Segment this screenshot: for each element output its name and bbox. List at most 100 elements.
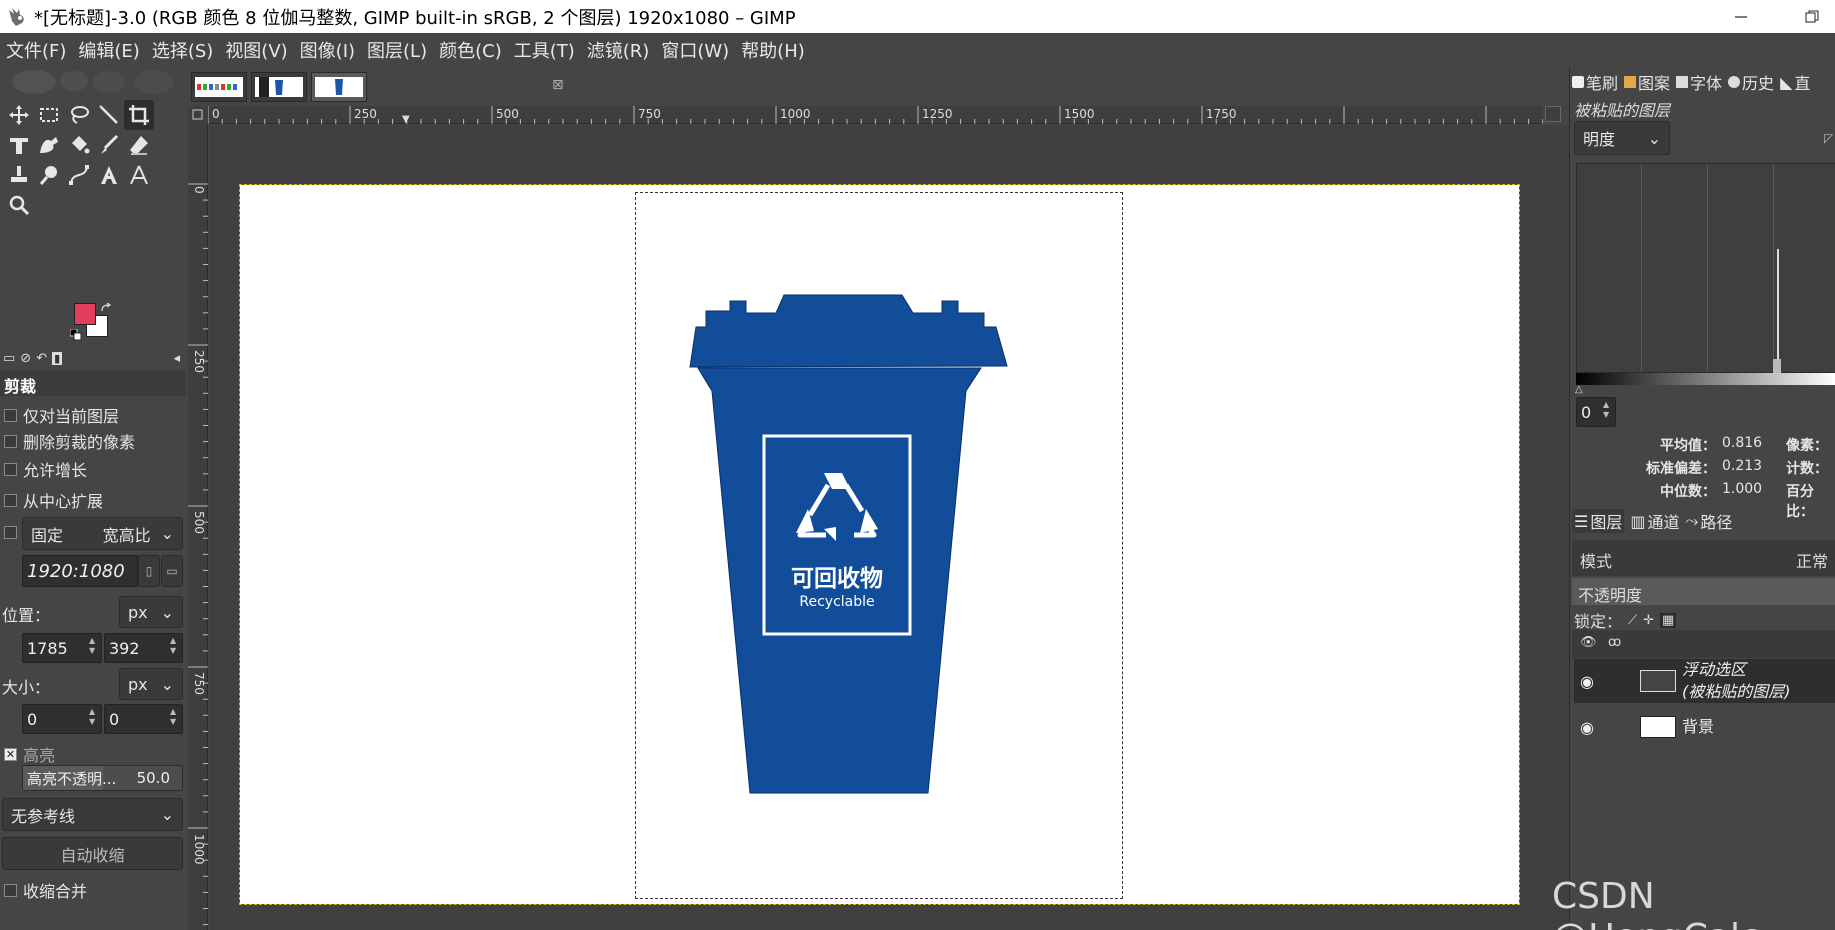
eye-icon[interactable]: ◉ [1580,672,1602,691]
menu-colors[interactable]: 颜色(C) [439,37,502,63]
close-tab-icon[interactable]: ⊠ [552,77,564,93]
delete-cropped-option[interactable]: 删除剪裁的像素 [4,429,135,453]
auto-shrink-button[interactable]: 自动收缩 [2,837,183,870]
histogram-gradient-bar[interactable] [1576,373,1835,385]
layer-row-background[interactable]: ◉ 背景 [1574,705,1835,749]
mode-row[interactable]: 模式 正常 [1572,540,1835,576]
vertical-ruler[interactable]: 0 250 500 750 1000 [188,124,208,930]
position-x-input[interactable]: 1785 ▲ ▼ [22,633,102,663]
bucket-fill-tool-icon[interactable] [64,130,94,160]
channel-dropdown[interactable]: 明度 ⌄ [1574,121,1670,155]
warp-tool-icon[interactable] [34,130,64,160]
image-tab-1[interactable] [191,72,247,102]
range-start-input[interactable]: 0 ▲ ▼ [1576,397,1616,427]
allow-growing-checkbox[interactable] [4,462,17,476]
only-current-layer-option[interactable]: 仅对当前图层 [4,403,119,427]
tool-options-tab-icon[interactable]: ▭ [3,351,15,366]
spin-arrows-icon[interactable]: ▲ ▼ [170,707,180,727]
swap-colors-icon[interactable] [100,303,112,315]
spin-arrows-icon[interactable]: ▲ ▼ [170,636,180,656]
size-width-input[interactable]: 0 ▲ ▼ [22,704,102,734]
lock-pixels-icon[interactable]: ⟋ [1628,613,1637,628]
lasso-tool-icon[interactable] [64,100,94,130]
fuzzy-select-tool-icon[interactable] [94,100,124,130]
lock-alpha-icon[interactable]: ▦ [1660,612,1677,628]
menu-windows[interactable]: 窗口(W) [661,37,729,63]
spin-arrows-icon[interactable]: ▲ ▼ [89,707,99,727]
tab-history[interactable]: 历史 [1728,70,1774,94]
tab-fonts[interactable]: 字体 [1676,70,1722,94]
only-current-layer-checkbox[interactable] [4,408,17,422]
range-handle-icon[interactable]: △ [1575,384,1583,395]
paths-tool-icon[interactable] [64,160,94,190]
aspect-ratio-input[interactable]: 1920:1080 [22,555,138,587]
transform-tool-icon[interactable] [4,130,34,160]
spin-arrows-icon[interactable]: ▲ ▼ [89,636,99,656]
eraser-tool-icon[interactable] [124,130,154,160]
opacity-slider[interactable]: 不透明度 [1572,578,1835,605]
images-tab-icon[interactable]: ▮ [52,351,63,365]
fixed-option[interactable] [4,526,23,539]
landscape-button[interactable]: ▭ [161,555,183,587]
menu-help[interactable]: 帮助(H) [741,37,805,63]
paintbrush-tool-icon[interactable] [94,130,124,160]
configure-tab-icon[interactable]: ◂ [173,351,180,366]
image-tab-3-active[interactable] [311,72,367,102]
highlight-checkbox[interactable]: ✕ [4,747,17,761]
menu-image[interactable]: 图像(I) [300,37,355,63]
text-tool-icon[interactable] [94,160,124,190]
canvas-area[interactable]: 可回收物 Recyclable [209,125,1569,930]
menu-file[interactable]: 文件(F) [6,37,66,63]
crop-tool-icon[interactable] [124,100,154,130]
lock-position-icon[interactable]: ✛ [1643,613,1654,628]
allow-growing-option[interactable]: 允许增长 [4,457,87,481]
menu-filters[interactable]: 滤镜(R) [587,37,650,63]
ruler-corner[interactable] [188,106,208,124]
image-tab-2[interactable] [251,72,307,102]
layer-name[interactable]: 背景 [1682,716,1714,738]
size-unit-dropdown[interactable]: px ⌄ [119,668,183,700]
portrait-button[interactable]: ▯ [138,555,160,587]
layer-name[interactable]: 浮动选区 (被粘贴的图层) [1682,659,1791,703]
highlight-opacity-slider[interactable]: 高亮不透明... 50.0 [22,765,183,791]
tab-layers[interactable]: ☰ 图层 [1572,509,1625,533]
histogram-view[interactable] [1576,163,1835,373]
menu-select[interactable]: 选择(S) [152,37,213,63]
spin-arrows-icon[interactable]: ▲ ▼ [1603,400,1613,420]
foreground-color-swatch[interactable] [74,303,96,325]
smudge-tool-icon[interactable] [34,160,64,190]
clone-tool-icon[interactable] [4,160,34,190]
linear-log-icon[interactable]: ◸ [1824,131,1833,145]
eye-icon[interactable]: ◉ [1580,718,1602,737]
guides-dropdown[interactable]: 无参考线 ⌄ [2,798,183,831]
move-tool-icon[interactable] [4,100,34,130]
tab-channels[interactable]: ▥ 通道 [1630,509,1679,533]
fixed-mode-dropdown[interactable]: 固定 宽高比 ⌄ [22,517,183,550]
expand-from-center-checkbox[interactable] [4,493,17,507]
zoom-tool-icon[interactable] [4,190,34,220]
shrink-merged-checkbox[interactable] [4,883,17,897]
minimize-button[interactable] [1718,0,1764,33]
measure-tool-icon[interactable] [124,160,154,190]
fg-bg-colors[interactable] [70,303,118,343]
tab-brushes[interactable]: 笔刷 [1572,70,1618,94]
highlight-option[interactable]: ✕ 高亮 [4,742,55,766]
horizontal-ruler[interactable]: 0 250 500 750 1000 1250 1500 1750 ▼ [208,106,1543,125]
rect-select-tool-icon[interactable] [34,100,64,130]
expand-from-center-option[interactable]: 从中心扩展 [4,488,103,512]
tab-histogram[interactable]: ◣ 直 [1780,70,1810,94]
default-colors-icon[interactable] [70,329,82,341]
tab-patterns[interactable]: 图案 [1624,70,1670,94]
shrink-merged-option[interactable]: 收缩合并 [4,878,87,902]
size-height-input[interactable]: 0 ▲ ▼ [104,704,183,734]
menu-edit[interactable]: 编辑(E) [78,37,139,63]
delete-cropped-checkbox[interactable] [4,434,17,448]
position-unit-dropdown[interactable]: px ⌄ [119,596,183,628]
fixed-checkbox[interactable] [4,526,17,539]
menu-layer[interactable]: 图层(L) [367,37,427,63]
image-canvas[interactable]: 可回收物 Recyclable [239,184,1520,905]
device-status-tab-icon[interactable]: ⊘ [20,351,31,366]
menu-tools[interactable]: 工具(T) [514,37,575,63]
layer-row-floating[interactable]: ◉ 浮动选区 (被粘贴的图层) [1574,659,1835,703]
undo-history-tab-icon[interactable]: ↶ [36,351,47,366]
